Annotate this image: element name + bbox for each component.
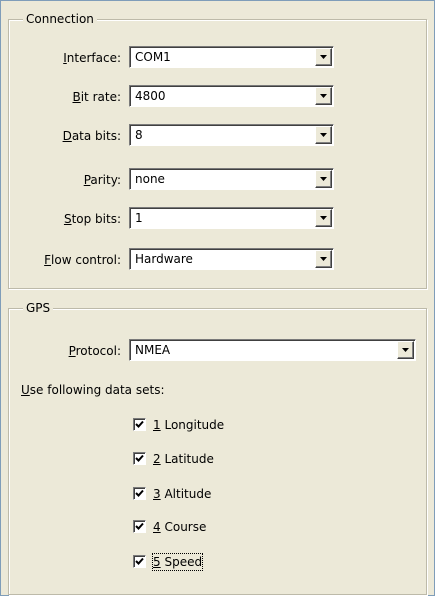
- dataset-label-altitude: 3 Altitude: [153, 487, 212, 501]
- data-bits-value: 8: [135, 128, 143, 142]
- parity-select[interactable]: none: [129, 168, 334, 190]
- checkmark-icon: [135, 522, 144, 530]
- stop-bits-dropdown-button[interactable]: [315, 209, 332, 227]
- flow-control-value: Hardware: [135, 252, 193, 266]
- stop-bits-select[interactable]: 1: [129, 207, 334, 229]
- data-bits-label: Data bits:: [62, 129, 121, 143]
- connection-title: Connection: [23, 12, 97, 26]
- settings-panel: Connection Interface: COM1 Bit rate: 480…: [0, 0, 435, 596]
- interface-value: COM1: [135, 50, 171, 64]
- checkbox-box[interactable]: [133, 520, 146, 533]
- protocol-value: NMEA: [135, 343, 171, 357]
- flow-control-dropdown-button[interactable]: [315, 250, 332, 268]
- checkmark-icon: [135, 489, 144, 497]
- protocol-label: Protocol:: [68, 344, 121, 358]
- parity-label: Parity:: [83, 173, 121, 187]
- bit-rate-value: 4800: [135, 89, 166, 103]
- data-bits-dropdown-button[interactable]: [315, 126, 332, 144]
- parity-dropdown-button[interactable]: [315, 170, 332, 188]
- chevron-down-icon: [320, 133, 327, 137]
- flow-control-label: Flow control:: [44, 253, 121, 267]
- chevron-down-icon: [320, 55, 327, 59]
- datasets-label: Use following data sets:: [21, 383, 165, 397]
- stop-bits-label: Stop bits:: [63, 212, 121, 226]
- protocol-dropdown-button[interactable]: [397, 341, 414, 359]
- data-bits-select[interactable]: 8: [129, 124, 334, 146]
- chevron-down-icon: [320, 177, 327, 181]
- interface-dropdown-button[interactable]: [315, 48, 332, 66]
- checkmark-icon: [135, 557, 144, 565]
- chevron-down-icon: [320, 257, 327, 261]
- checkbox-box[interactable]: [133, 418, 146, 431]
- flow-control-select[interactable]: Hardware: [129, 248, 334, 270]
- checkmark-icon: [135, 454, 144, 462]
- interface-label: Interface:: [63, 51, 121, 65]
- dataset-label-longitude: 1 Longitude: [153, 418, 225, 432]
- protocol-select[interactable]: NMEA: [129, 339, 416, 361]
- parity-value: none: [135, 172, 165, 186]
- chevron-down-icon: [320, 216, 327, 220]
- gps-title: GPS: [23, 301, 54, 315]
- checkbox-box[interactable]: [133, 487, 146, 500]
- checkbox-box[interactable]: [133, 452, 146, 465]
- stop-bits-value: 1: [135, 211, 143, 225]
- chevron-down-icon: [320, 94, 327, 98]
- bit-rate-select[interactable]: 4800: [129, 85, 334, 107]
- bit-rate-dropdown-button[interactable]: [315, 87, 332, 105]
- dataset-label-speed: 5 Speed: [151, 553, 204, 571]
- dataset-label-course: 4 Course: [153, 520, 207, 534]
- bit-rate-label: Bit rate:: [72, 90, 121, 104]
- dataset-label-latitude: 2 Latitude: [153, 452, 214, 466]
- interface-select[interactable]: COM1: [129, 46, 334, 68]
- checkbox-box[interactable]: [133, 555, 146, 568]
- chevron-down-icon: [402, 348, 409, 352]
- checkmark-icon: [135, 420, 144, 428]
